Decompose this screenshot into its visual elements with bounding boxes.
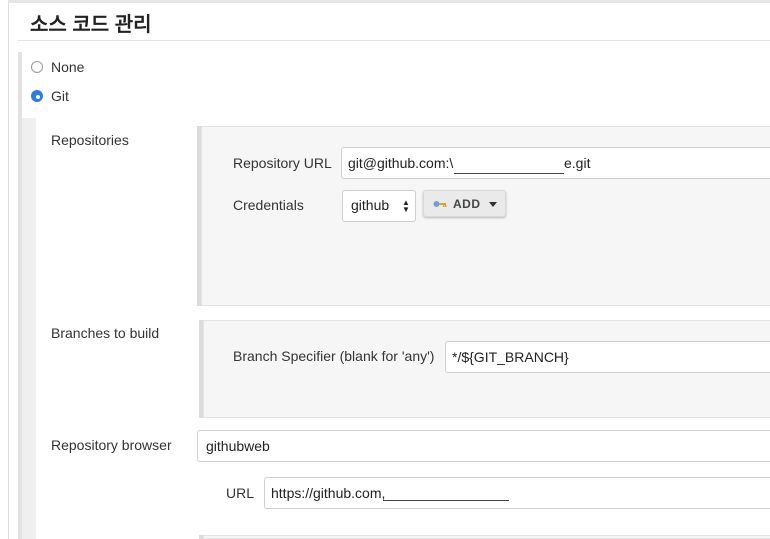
branch-specifier-value: */${GIT_BRANCH} — [452, 349, 569, 365]
redaction-line — [454, 173, 564, 174]
radio-option-none[interactable]: None — [31, 59, 91, 76]
repositories-label: Repositories — [51, 132, 129, 148]
section-title: 소스 코드 관리 — [30, 14, 152, 36]
browser-url-label: URL — [226, 485, 255, 501]
redaction-line — [383, 500, 509, 501]
repository-browser-value: githubweb — [206, 438, 270, 454]
radio-none-label: None — [51, 59, 85, 75]
repository-url-suffix: e.git — [564, 155, 591, 171]
browser-url-input[interactable]: https://github.com, — [264, 477, 770, 509]
repository-browser-select[interactable]: githubweb — [197, 430, 770, 462]
branch-specifier-label: Branch Specifier (blank for 'any') — [233, 348, 435, 364]
key-icon — [433, 201, 447, 207]
git-section-bar — [22, 118, 36, 539]
frame-left-border — [8, 0, 9, 539]
frame-top-border — [8, 0, 770, 3]
credentials-label: Credentials — [233, 197, 304, 213]
select-arrows-icon: ▲ ▼ — [402, 198, 410, 214]
repository-browser-label: Repository browser — [51, 437, 172, 453]
branch-specifier-input[interactable]: */${GIT_BRANCH} — [445, 341, 770, 373]
caret-down-icon — [489, 202, 497, 207]
repository-url-label: Repository URL — [233, 155, 332, 171]
add-credentials-button[interactable]: ADD — [423, 190, 506, 217]
radio-git[interactable] — [31, 90, 43, 102]
repository-url-input[interactable]: git@github.com:\ e.git — [341, 147, 770, 179]
credentials-select[interactable]: github ▲ ▼ — [342, 190, 416, 222]
section-divider — [18, 40, 770, 41]
radio-option-git[interactable]: Git — [31, 88, 91, 105]
credentials-value: github — [351, 197, 390, 213]
next-box — [203, 535, 770, 539]
browser-url-value: https://github.com, — [271, 485, 386, 501]
add-button-label: ADD — [453, 197, 481, 211]
branches-label: Branches to build — [51, 325, 160, 341]
repository-url-prefix: git@github.com:\ — [348, 155, 454, 171]
radio-none[interactable] — [31, 61, 43, 73]
radio-git-label: Git — [51, 88, 69, 104]
